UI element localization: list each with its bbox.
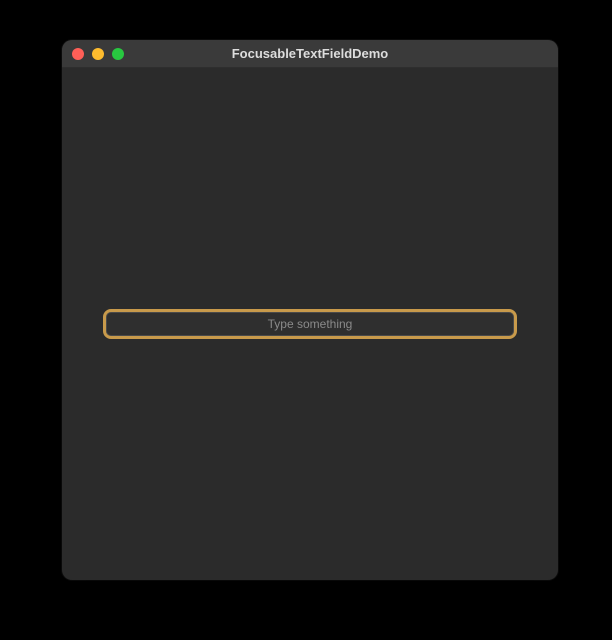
window-title: FocusableTextFieldDemo	[62, 46, 558, 61]
content-area	[62, 68, 558, 580]
close-icon[interactable]	[72, 48, 84, 60]
titlebar[interactable]: FocusableTextFieldDemo	[62, 40, 558, 68]
window-controls	[62, 48, 124, 60]
minimize-icon[interactable]	[92, 48, 104, 60]
maximize-icon[interactable]	[112, 48, 124, 60]
app-window: FocusableTextFieldDemo	[62, 40, 558, 580]
main-text-input[interactable]	[106, 312, 514, 336]
text-field-wrapper	[106, 312, 514, 336]
